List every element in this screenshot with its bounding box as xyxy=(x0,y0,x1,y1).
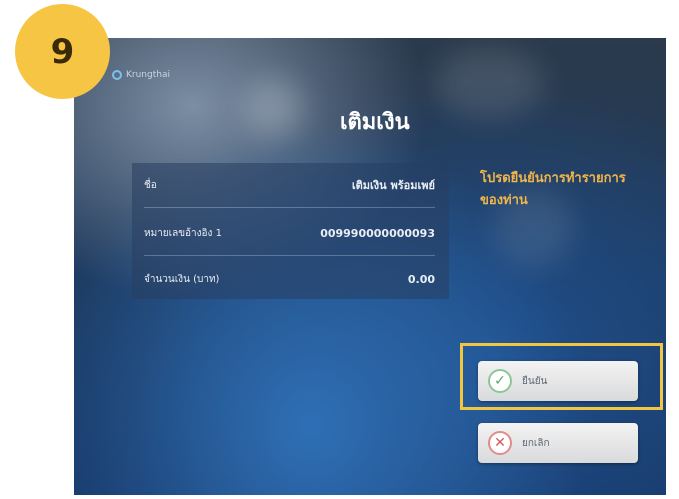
divider xyxy=(144,255,435,256)
light-glare xyxy=(244,78,304,138)
bank-logo-icon xyxy=(112,70,122,80)
info-label: ชื่อ xyxy=(144,179,157,191)
info-row-amount: จำนวนเงิน (บาท) 0.00 xyxy=(144,267,435,291)
info-row-name: ชื่อ เติมเงิน พร้อมเพย์ xyxy=(144,173,435,197)
info-value: 0.00 xyxy=(407,272,435,286)
info-label: จำนวนเงิน (บาท) xyxy=(144,273,220,285)
confirm-button[interactable]: ✓ ยืนยัน xyxy=(478,361,638,401)
cancel-button[interactable]: ✕ ยกเลิก xyxy=(478,423,638,463)
info-value: 009990000000093 xyxy=(320,226,435,240)
confirm-prompt: โปรดยืนยันการทำรายการของท่าน xyxy=(480,171,626,208)
cancel-button-label: ยกเลิก xyxy=(522,437,550,449)
confirm-button-label: ยืนยัน xyxy=(522,375,548,387)
light-glare xyxy=(434,48,544,118)
info-row-reference: หมายเลขอ้างอิง 1 009990000000093 xyxy=(144,221,435,245)
step-number-badge: 9 xyxy=(15,4,110,99)
bank-name: Krungthai xyxy=(126,70,170,80)
check-icon: ✓ xyxy=(488,369,512,393)
divider xyxy=(144,207,435,208)
info-value: เติมเงิน พร้อมเพย์ xyxy=(351,179,435,192)
info-label: หมายเลขอ้างอิง 1 xyxy=(144,227,222,239)
page-title: เติมเงิน xyxy=(340,110,410,135)
bank-logo: Krungthai xyxy=(112,70,170,80)
close-icon: ✕ xyxy=(488,431,512,455)
transaction-info-panel: ชื่อ เติมเงิน พร้อมเพย์ หมายเลขอ้างอิง 1… xyxy=(132,163,449,299)
